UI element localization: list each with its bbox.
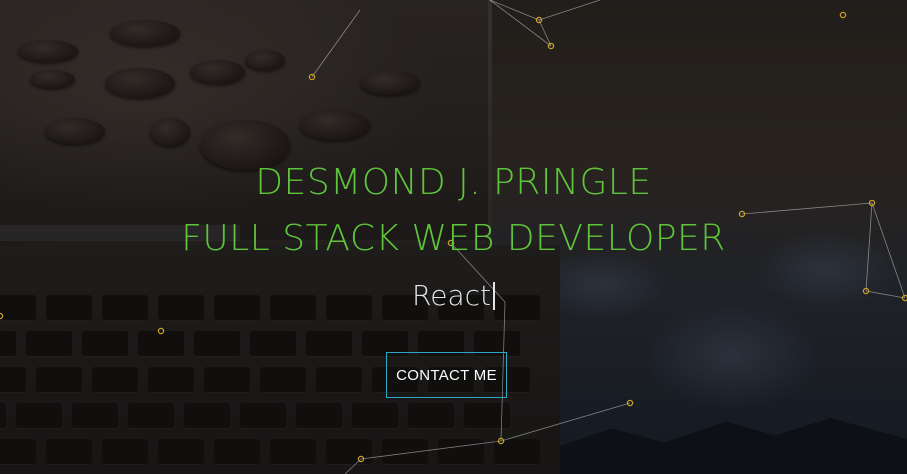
hero-role: FULL STACK WEB DEVELOPER xyxy=(181,218,726,259)
contact-me-button[interactable]: CONTACT ME xyxy=(386,352,507,398)
hero-section: DESMOND J. PRINGLE FULL STACK WEB DEVELO… xyxy=(0,0,907,474)
text-cursor xyxy=(492,282,495,310)
typed-skill: React xyxy=(0,278,907,314)
typed-skill-text: React xyxy=(412,279,491,312)
hero-name: DESMOND J. PRINGLE xyxy=(255,162,652,203)
